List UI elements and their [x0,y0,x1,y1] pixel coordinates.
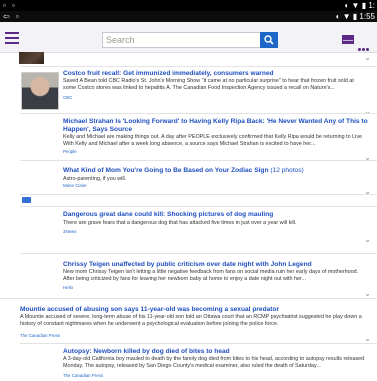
mail-icon[interactable] [342,35,354,44]
article-source[interactable]: People [63,149,77,154]
divider [20,66,377,67]
article-title[interactable]: Chrissy Teigen unaffected by public crit… [63,261,363,269]
divider [20,160,377,161]
article-thumbnail[interactable] [21,72,59,110]
article-title[interactable]: Mountie accused of abusing son says 11-y… [20,306,365,314]
article-title[interactable]: Costco fruit recall: Get immunized immed… [63,70,363,78]
secondary-status-bar: ⇦ ▫ ◐ ▼ ▮ 1:55 [0,11,377,22]
article-title[interactable]: What Kind of Mom You're Going to Be Base… [63,167,363,175]
article-summary: Astro-parenting, if you will. [63,176,127,182]
divider [20,194,377,195]
chevron-down-icon[interactable]: ⌄ [364,54,371,62]
back-status-icons: ⇦ ▫ [3,12,21,21]
search-icon [264,35,274,45]
menu-icon[interactable] [5,32,19,44]
article-summary: There are grave fears that a dangerous d… [63,220,297,226]
search-input[interactable] [102,32,260,48]
article-source[interactable]: The Canadian Press [63,373,103,378]
article-summary: A 3-day-old California boy mauled to dea… [63,356,365,369]
divider [20,343,377,344]
article-summary: New mom Chrissy Teigen isn't letting a l… [63,269,359,282]
article-thumbnail-partial[interactable] [19,52,44,64]
chevron-down-icon[interactable]: ⌄ [364,335,371,343]
status-right-indicators-2: ◐ ▼ ▮ 1:55 [335,12,375,21]
article-source[interactable]: The Canadian Press [20,333,60,338]
gallery-icon [22,197,31,203]
status-right-indicators: ◐ ▼ ▮ 1: [344,1,376,10]
chevron-down-icon[interactable]: ⌄ [364,290,371,298]
divider [20,206,377,207]
article-title[interactable]: Michael Strahan Is 'Looking Forward' to … [63,118,368,134]
divider [0,298,377,299]
article-title-text[interactable]: What Kind of Mom You're Going to Be Base… [63,167,269,174]
status-left-icons: ▫ ▫ [3,1,17,10]
search-button[interactable] [260,32,278,48]
article-summary: Saved A Bean told CBC Radio's St. John's… [63,78,354,91]
divider [20,253,377,254]
article-source[interactable]: CBC [63,95,72,100]
photo-count: (12 photos) [270,167,304,174]
article-source[interactable]: Marie Claire [63,183,87,188]
article-summary: A Mountie accused of severe, long-term a… [20,314,362,327]
app-header [0,22,377,53]
article-title[interactable]: Dangerous great dane could kill: Shockin… [63,211,363,219]
article-source[interactable]: Hello [63,285,73,290]
search-bar [102,32,278,48]
chevron-down-icon[interactable]: ⌄ [364,108,371,116]
article-source[interactable]: 3News [63,229,76,234]
divider [20,113,377,114]
article-summary: Kelly and Michael are making things out.… [63,134,363,147]
article-title[interactable]: Autopsy: Newborn killed by dog died of b… [63,348,363,356]
chevron-down-icon[interactable]: ⌄ [364,236,371,244]
system-status-bar: ▫ ▫ ◐ ▼ ▮ 1: [0,0,377,11]
